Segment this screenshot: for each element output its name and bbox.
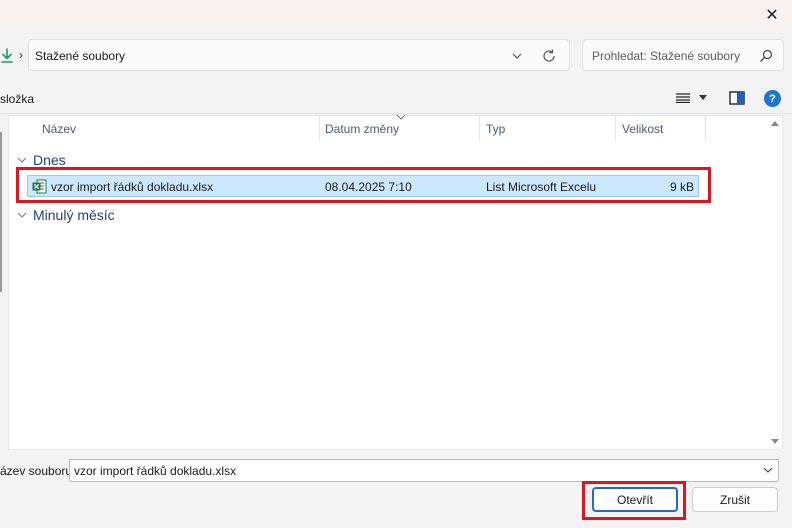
address-bar[interactable]: Stažené soubory [28,39,570,71]
column-header-size[interactable]: Velikost [622,116,663,140]
title-bar: ✕ [0,0,792,30]
navigation-pane-scrollbar[interactable] [0,132,2,292]
column-separator[interactable] [479,116,480,140]
group-header-last-month[interactable]: Minulý měsíc [17,206,115,224]
toolbar: složka ? [0,82,792,114]
preview-pane-icon[interactable] [729,91,745,105]
refresh-icon[interactable] [541,48,557,64]
view-list-icon[interactable] [676,93,690,103]
highlight-annotation-file-row [16,167,711,203]
search-input[interactable]: Prohledat: Stažené soubory [592,49,740,63]
column-header-date[interactable]: Datum změny [325,116,399,140]
column-header-name[interactable]: Název [42,116,76,140]
new-folder-button[interactable]: složka [0,92,34,106]
file-list: Název Datum změny Typ Velikost Dnes vzor… [8,114,783,450]
download-arrow-icon [1,48,13,63]
group-label: Dnes [33,152,66,168]
group-label: Minulý měsíc [33,207,115,223]
navigation-bar: › Stažené soubory Prohledat: Stažené sou… [0,30,792,82]
search-icon [760,49,773,62]
scroll-down-icon[interactable] [771,439,779,445]
chevron-down-icon [17,157,27,163]
column-separator[interactable] [705,116,706,140]
scroll-up-icon[interactable] [771,120,779,126]
filename-label: ázev souboru: [0,464,76,478]
cancel-button[interactable]: Zrušit [692,487,778,512]
chevron-down-icon [17,212,27,218]
address-text: Stažené soubory [35,49,126,63]
highlight-annotation-open-button [582,481,686,520]
close-button[interactable]: ✕ [752,0,792,30]
filename-input[interactable] [69,459,779,482]
search-box[interactable]: Prohledat: Stažené soubory [582,39,784,71]
chevron-down-icon[interactable] [763,467,773,473]
column-separator[interactable] [319,116,320,140]
breadcrumb-separator: › [19,48,23,62]
view-dropdown-icon[interactable] [699,95,707,101]
chevron-down-icon[interactable] [511,50,523,62]
column-separator[interactable] [615,116,616,140]
close-icon: ✕ [765,7,779,24]
help-icon[interactable]: ? [764,90,781,107]
column-header-type[interactable]: Typ [486,116,505,140]
